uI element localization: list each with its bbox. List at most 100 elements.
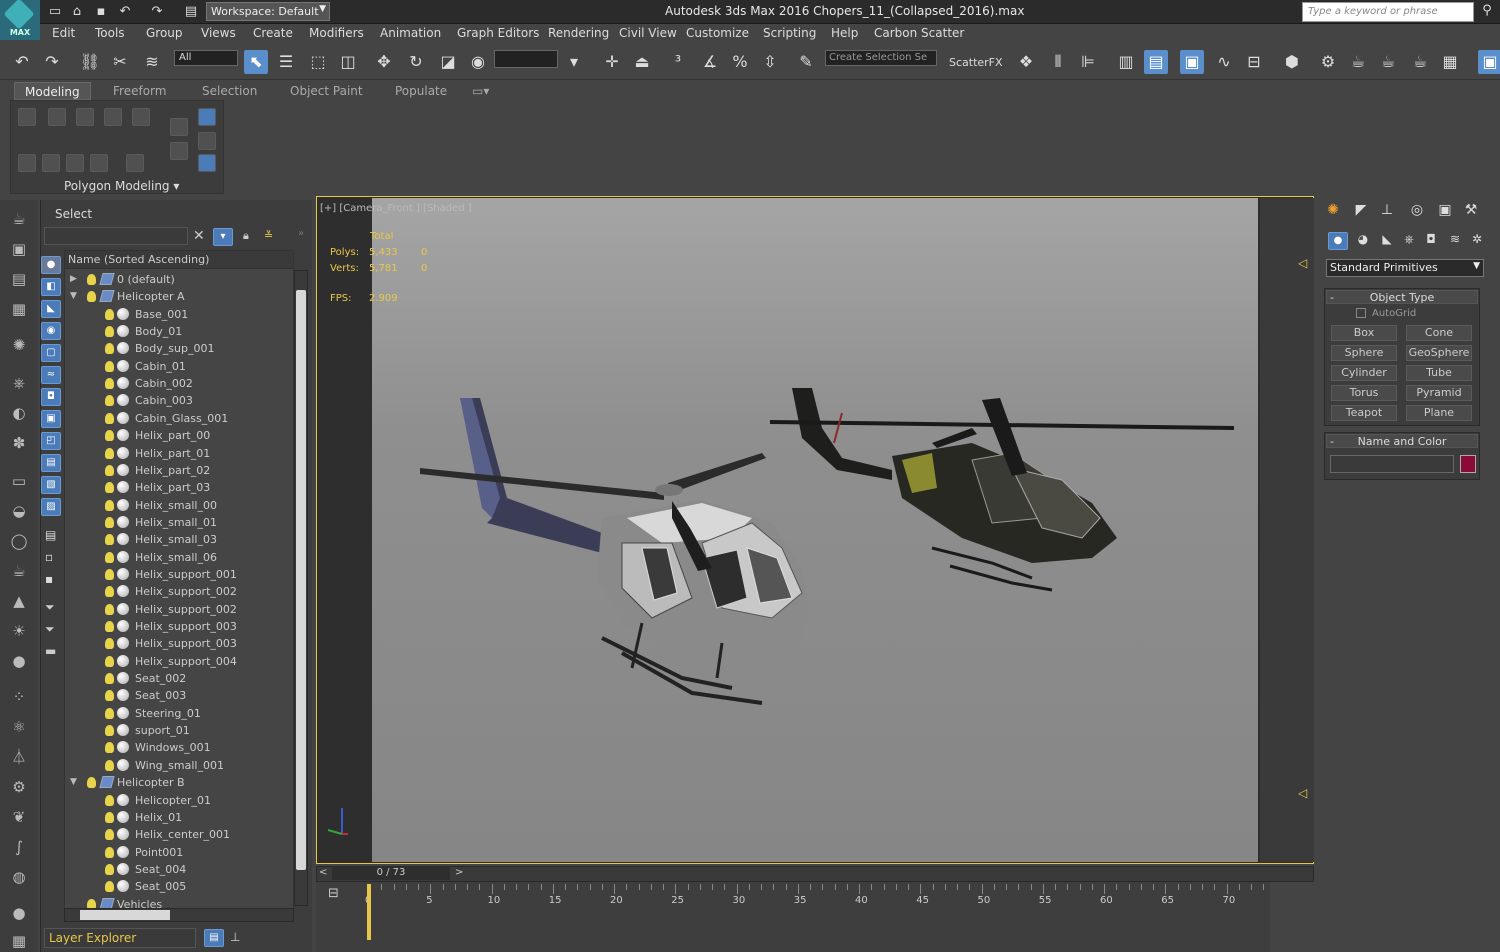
visibility-bulb-icon[interactable] — [105, 707, 114, 719]
plane-button[interactable]: Plane — [1406, 405, 1472, 421]
display-groups-icon[interactable]: ◘ — [41, 388, 61, 406]
time-prev-icon[interactable]: < — [319, 867, 327, 878]
visibility-bulb-icon[interactable] — [105, 430, 114, 442]
edit-named-selection-icon[interactable]: ✎ — [794, 50, 818, 74]
explorer-type-dropdown[interactable]: Layer Explorer — [44, 928, 196, 948]
visibility-bulb-icon[interactable] — [105, 863, 114, 875]
tree-row[interactable]: Seat_002 — [65, 670, 293, 687]
visibility-bulb-icon[interactable] — [105, 811, 114, 823]
circle-icon[interactable]: ◯ — [8, 530, 30, 552]
visibility-bulb-icon[interactable] — [105, 586, 114, 598]
reference-coordinate-dropdown[interactable] — [494, 50, 558, 68]
menu-graph-editors[interactable]: Graph Editors — [457, 26, 539, 40]
display-bones-icon[interactable]: ◰ — [41, 432, 61, 450]
spacewarps-category-icon[interactable]: ≋ — [1444, 232, 1466, 252]
tree-row[interactable]: Helix_support_003 — [65, 618, 293, 635]
tree-column-header[interactable]: Name (Sorted Ascending) — [65, 251, 293, 269]
visibility-bulb-icon[interactable] — [105, 378, 114, 390]
systems-category-icon[interactable]: ✲ — [1466, 232, 1488, 252]
ribbon-element-icon[interactable] — [132, 108, 150, 126]
time-slider[interactable] — [316, 866, 1314, 882]
cameras-category-icon[interactable]: ⎈ — [1398, 232, 1420, 252]
menu-modifiers[interactable]: Modifiers — [309, 26, 364, 40]
tree-row[interactable]: Body_sup_001 — [65, 340, 293, 357]
menu-animation[interactable]: Animation — [380, 26, 441, 40]
polygon-modeling-dropdown[interactable]: Polygon Modeling ▾ — [64, 179, 179, 193]
visibility-bulb-icon[interactable] — [105, 395, 114, 407]
menu-help[interactable]: Help — [831, 26, 858, 40]
display-geometry-icon[interactable]: ● — [41, 256, 61, 274]
tree-row[interactable]: Windows_001 — [65, 739, 293, 756]
mini-curve-editor-icon[interactable]: ⊟ — [328, 886, 339, 901]
render-online-icon[interactable]: ▦ — [1438, 50, 1462, 74]
funnel-add-icon[interactable]: ⏷ — [45, 622, 55, 637]
menu-scripting[interactable]: Scripting — [763, 26, 816, 40]
display-all-icon[interactable]: ▤ — [45, 528, 56, 542]
tree-row[interactable]: Seat_003 — [65, 687, 293, 704]
ribbon-dash-icon[interactable] — [198, 132, 216, 150]
sphere-icon[interactable]: ● — [8, 650, 30, 672]
workspace-dropdown[interactable]: Workspace: Default ▼ — [206, 2, 330, 21]
visibility-bulb-icon[interactable] — [105, 447, 114, 459]
window-crossing-icon[interactable]: ◫ — [336, 50, 360, 74]
display-invert-icon[interactable]: ▪ — [45, 572, 53, 586]
tree-row[interactable]: Helix_support_004 — [65, 653, 293, 670]
tree-row[interactable]: Helix_part_03 — [65, 479, 293, 496]
visibility-bulb-icon[interactable] — [105, 499, 114, 511]
hierarchy-icon[interactable]: ⊥ — [230, 930, 240, 944]
ribbon-tool-5-icon[interactable] — [126, 154, 144, 172]
scatterfx-button[interactable]: ScatterFX — [949, 56, 1003, 69]
tree-row[interactable]: Helix_small_06 — [65, 549, 293, 566]
molecule-icon[interactable]: ⚛ — [8, 716, 30, 738]
tree-row[interactable]: Seat_005 — [65, 878, 293, 895]
tree-row[interactable]: Helix_small_00 — [65, 497, 293, 514]
tree-row[interactable]: Helix_small_03 — [65, 531, 293, 548]
motion-tab-icon[interactable]: ◎ — [1406, 202, 1428, 222]
menu-customize[interactable]: Customize — [686, 26, 749, 40]
visibility-bulb-icon[interactable] — [105, 794, 114, 806]
tree-row[interactable]: Helix_part_01 — [65, 445, 293, 462]
selection-filter-dropdown[interactable]: All — [174, 50, 238, 66]
grid-small-icon[interactable]: ▦ — [8, 930, 30, 952]
undo-icon[interactable]: ↶ — [116, 3, 134, 21]
cylinder-button[interactable]: Cylinder — [1331, 365, 1397, 381]
modify-tab-icon[interactable]: ◤ — [1350, 202, 1372, 222]
teapot-button[interactable]: Teapot — [1331, 405, 1397, 421]
unlink-icon[interactable]: ✂ — [108, 50, 132, 74]
carbon-scatter-icon[interactable]: ❖ — [1014, 50, 1038, 74]
shapes-category-icon[interactable]: ◕ — [1352, 232, 1374, 252]
curve-editor-icon[interactable]: ∿ — [1212, 50, 1236, 74]
ribbon-tool-4-icon[interactable] — [90, 154, 108, 172]
cone-icon[interactable]: ▲ — [8, 590, 30, 612]
tree-row[interactable]: Steering_01 — [65, 705, 293, 722]
plant-icon[interactable]: ❦ — [8, 806, 30, 828]
app-logo-button[interactable]: MAX — [0, 0, 40, 40]
hair-fur-icon[interactable]: ∫ — [8, 836, 30, 858]
scene-search-input[interactable] — [44, 227, 188, 245]
visibility-bulb-icon[interactable] — [105, 534, 114, 546]
binoculars-icon[interactable]: ⚲ — [1478, 2, 1496, 20]
tree-row[interactable]: Helix_center_001 — [65, 826, 293, 843]
sun-icon[interactable]: ☀ — [8, 620, 30, 642]
undo-icon[interactable]: ↶ — [10, 50, 34, 74]
helpers-category-icon[interactable]: ◘ — [1420, 232, 1442, 252]
ribbon-pin2-icon[interactable] — [198, 154, 216, 172]
visibility-bulb-icon[interactable] — [87, 291, 96, 303]
render-setup-icon[interactable]: ⚙ — [1316, 50, 1340, 74]
tree-row[interactable]: Cabin_002 — [65, 375, 293, 392]
tree-row[interactable]: Helix_01 — [65, 809, 293, 826]
object-name-field[interactable] — [1330, 455, 1454, 473]
select-by-name-icon[interactable]: ☰ — [274, 50, 298, 74]
geosphere-button[interactable]: GeoSphere — [1406, 345, 1472, 361]
sound-icon[interactable]: ◐ — [8, 402, 30, 424]
spinner-snap-icon[interactable]: ⇳ — [758, 50, 782, 74]
expand-closed-icon[interactable]: ▶ — [70, 271, 77, 288]
tree-row[interactable]: Helix_part_02 — [65, 462, 293, 479]
render-iterative-icon[interactable]: ☕ — [1408, 50, 1432, 74]
menu-group[interactable]: Group — [146, 26, 183, 40]
display-spacewarps-icon[interactable]: ≈ — [41, 366, 61, 384]
tree-row[interactable]: ▼ Helicopter B — [65, 774, 293, 791]
tube-button[interactable]: Tube — [1406, 365, 1472, 381]
visibility-bulb-icon[interactable] — [105, 412, 114, 424]
tree-hscrollbar-thumb[interactable] — [80, 910, 170, 920]
